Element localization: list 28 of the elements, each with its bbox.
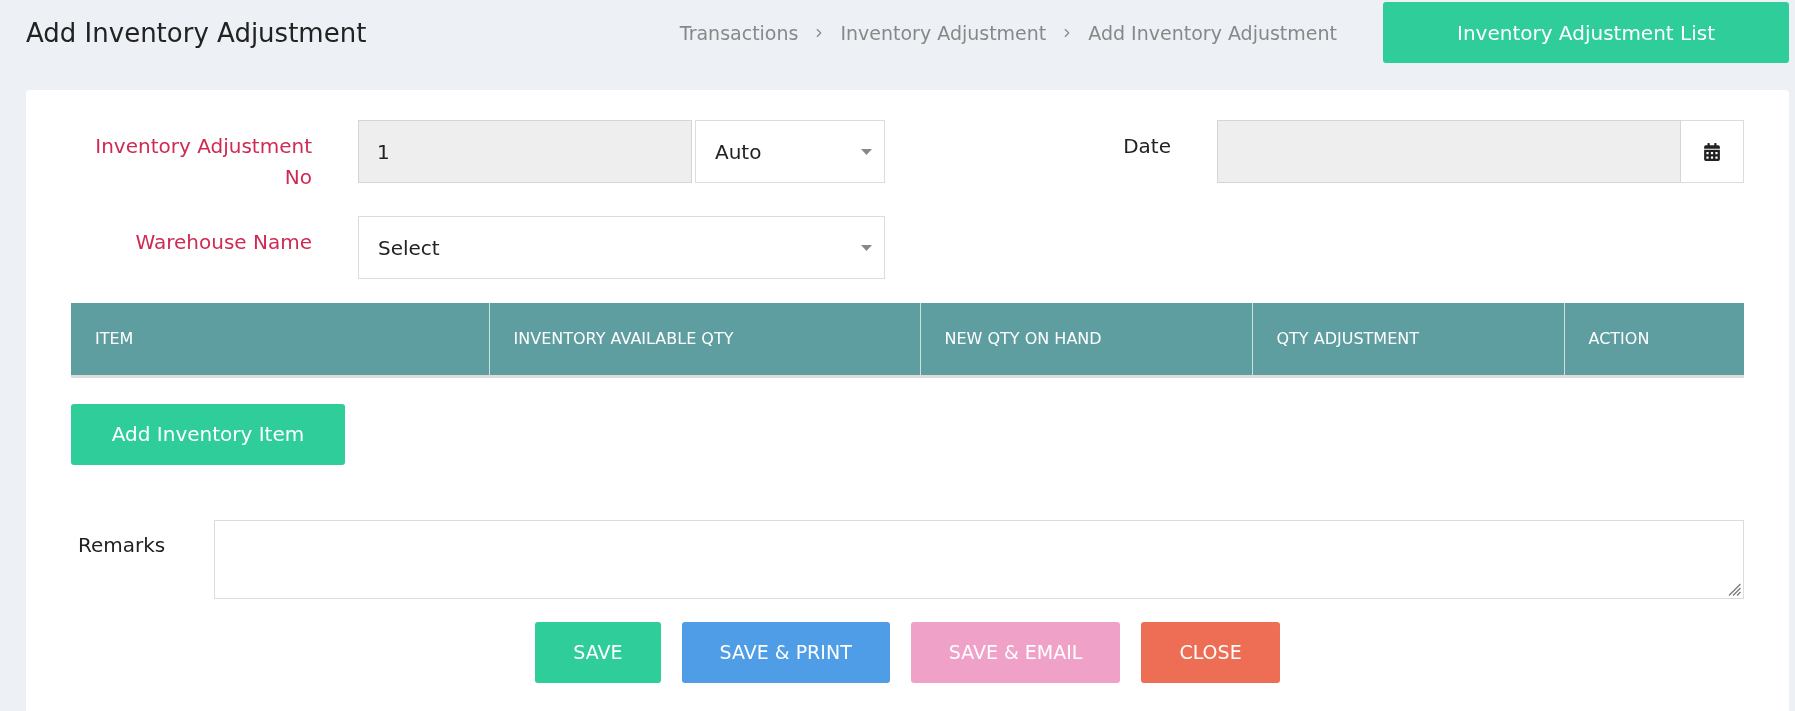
- column-header: ITEM: [71, 303, 489, 376]
- action-button[interactable]: SAVE & EMAIL: [910, 621, 1121, 683]
- field-label: Date: [1123, 133, 1171, 160]
- breadcrumb-current: Add Inventory Adjustment: [1088, 21, 1337, 44]
- column-header: QTY ADJUSTMENT: [1252, 303, 1564, 376]
- field-label: Inventory Adjustment No: [94, 133, 312, 191]
- add-item-button[interactable]: Add Inventory Item: [71, 403, 345, 465]
- caret-icon: [861, 148, 872, 155]
- action-button[interactable]: SAVE: [535, 621, 661, 683]
- field-label: Warehouse Name: [135, 229, 312, 256]
- column-header: INVENTORY AVAILABLE QTY: [489, 303, 920, 376]
- mode-select[interactable]: Auto: [695, 120, 885, 183]
- field-label: Remarks: [77, 531, 167, 559]
- column-header: ACTION: [1564, 303, 1744, 376]
- calendar-button[interactable]: [1681, 120, 1744, 183]
- date-input[interactable]: [1217, 120, 1681, 183]
- breadcrumb-link[interactable]: Transactions: [679, 21, 799, 44]
- column-header: NEW QTY ON HAND: [920, 303, 1252, 376]
- caret-icon: [861, 244, 872, 251]
- calendar-icon: [1703, 142, 1721, 161]
- warehouse-select[interactable]: Select: [358, 216, 885, 279]
- action-button[interactable]: CLOSE: [1141, 621, 1280, 683]
- page-title: Add Inventory Adjustment: [26, 17, 367, 48]
- breadcrumb-link[interactable]: Inventory Adjustment: [840, 21, 1047, 44]
- number-input[interactable]: 1: [358, 120, 692, 183]
- resize-grip-icon[interactable]: [1728, 582, 1741, 596]
- action-button[interactable]: SAVE & PRINT: [681, 621, 890, 683]
- list-button[interactable]: Inventory Adjustment List: [1383, 2, 1789, 63]
